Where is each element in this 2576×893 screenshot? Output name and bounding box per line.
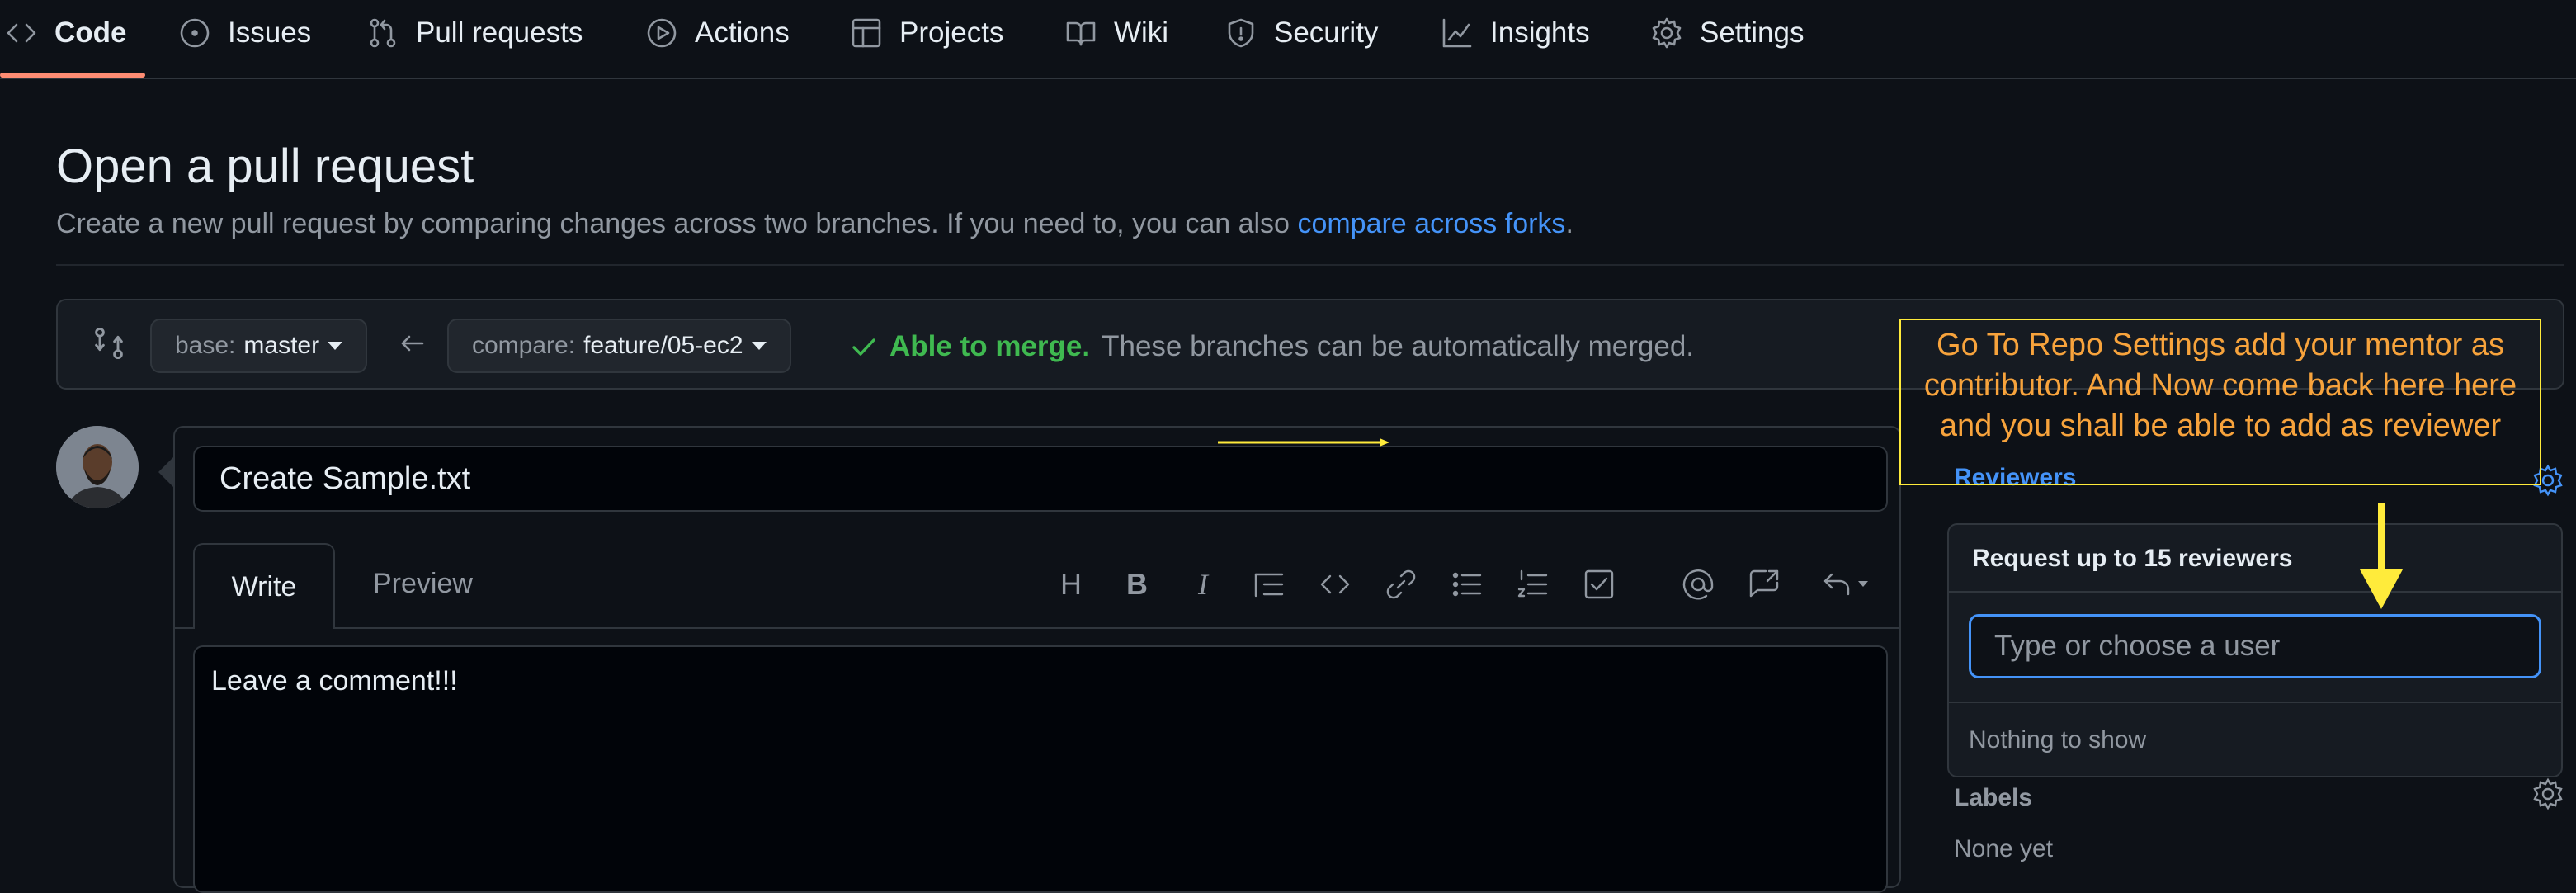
- dropdown-divider: [1949, 702, 2561, 703]
- heading-icon[interactable]: H: [1053, 566, 1089, 602]
- dropdown-divider: [1949, 591, 2561, 593]
- caret-down-icon: [328, 342, 343, 350]
- comment-textarea[interactable]: Leave a comment!!!: [193, 645, 1888, 893]
- tab-insights[interactable]: Insights: [1441, 0, 1590, 66]
- heading-glyph: H: [1060, 567, 1082, 601]
- base-branch-name: master: [243, 332, 320, 359]
- play-icon: [645, 17, 678, 50]
- merge-ok-label: Able to merge.: [889, 330, 1091, 362]
- tab-label: Actions: [695, 17, 790, 49]
- merge-message: These branches can be automatically merg…: [1102, 330, 1695, 362]
- reviewers-dropdown: Request up to 15 reviewers Type or choos…: [1947, 523, 2563, 777]
- repo-nav: Code Issues Pull requests Actions Projec…: [0, 0, 2576, 79]
- arrow-left-icon: [398, 328, 427, 358]
- compare-arrows-icon: [91, 325, 127, 361]
- tab-code[interactable]: Code: [5, 0, 127, 66]
- shield-icon: [1224, 17, 1257, 50]
- dropdown-header: Request up to 15 reviewers: [1972, 545, 2293, 572]
- page-title: Open a pull request: [56, 139, 474, 193]
- compare-across-forks-link[interactable]: compare across forks: [1297, 208, 1565, 239]
- base-branch-select[interactable]: base: master: [150, 319, 368, 373]
- tab-label: Wiki: [1114, 17, 1169, 49]
- tab-label: Issues: [228, 17, 312, 49]
- task-list-icon[interactable]: [1581, 566, 1617, 602]
- annotation-arrow-down-icon: [2357, 503, 2406, 611]
- tab-settings[interactable]: Settings: [1650, 0, 1804, 66]
- numbered-list-icon[interactable]: [1515, 566, 1551, 602]
- graph-icon: [1441, 17, 1474, 50]
- undo-icon[interactable]: [1820, 566, 1878, 602]
- pr-title-input[interactable]: Create Sample.txt: [193, 446, 1888, 512]
- divider: [56, 264, 2564, 266]
- compare-branch-select[interactable]: compare: feature/05-ec2: [447, 319, 791, 373]
- merge-status: Able to merge. These branches can be aut…: [850, 330, 1694, 363]
- base-prefix: base:: [175, 332, 236, 359]
- compare-branch-name: feature/05-ec2: [583, 332, 743, 359]
- subtitle-period: .: [1565, 208, 1573, 239]
- labels-gear-icon[interactable]: [2531, 777, 2564, 810]
- tab-actions[interactable]: Actions: [645, 0, 790, 66]
- code-icon: [5, 17, 38, 50]
- tab-pull-requests[interactable]: Pull requests: [366, 0, 583, 66]
- bulleted-list-icon[interactable]: [1449, 566, 1485, 602]
- pull-request-icon: [366, 17, 399, 50]
- gear-icon: [1650, 17, 1683, 50]
- check-icon: [850, 333, 878, 361]
- tab-projects[interactable]: Projects: [850, 0, 1003, 66]
- reviewer-search-input[interactable]: Type or choose a user: [1969, 614, 2541, 678]
- editor-pointer: [158, 456, 175, 489]
- italic-glyph: I: [1198, 568, 1208, 601]
- editor-tabs-row: Write Preview H B I: [175, 543, 1899, 629]
- issue-icon: [178, 17, 211, 50]
- compare-prefix: compare:: [472, 332, 576, 359]
- avatar[interactable]: [56, 426, 139, 508]
- dropdown-empty-state: Nothing to show: [1969, 726, 2147, 754]
- tab-security[interactable]: Security: [1224, 0, 1378, 66]
- tab-write[interactable]: Write: [193, 543, 335, 629]
- quote-icon[interactable]: [1251, 566, 1287, 602]
- tab-label: Security: [1274, 17, 1379, 49]
- link-icon[interactable]: [1383, 566, 1419, 602]
- code-icon[interactable]: [1317, 566, 1353, 602]
- tab-wiki[interactable]: Wiki: [1064, 0, 1168, 66]
- page-subtitle: Create a new pull request by comparing c…: [56, 208, 1573, 240]
- tab-preview[interactable]: Preview: [373, 568, 473, 600]
- annotation-arrow-right-icon: [1218, 437, 1391, 447]
- tab-label: Projects: [899, 17, 1004, 49]
- book-icon: [1064, 17, 1097, 50]
- pr-editor: Create Sample.txt Write Preview H B I Le…: [173, 426, 1901, 893]
- labels-value: None yet: [1954, 835, 2054, 862]
- labels-label[interactable]: Labels: [1954, 784, 2032, 812]
- tab-label: Insights: [1490, 17, 1590, 49]
- italic-icon[interactable]: I: [1185, 566, 1221, 602]
- tab-label: Pull requests: [416, 17, 583, 49]
- cross-reference-icon[interactable]: [1746, 566, 1782, 602]
- active-tab-underline: [0, 73, 145, 78]
- tab-label: Settings: [1700, 17, 1805, 49]
- bold-glyph: B: [1126, 567, 1148, 601]
- mention-icon[interactable]: [1680, 566, 1716, 602]
- caret-down-icon: [751, 342, 767, 350]
- subtitle-text: Create a new pull request by comparing c…: [56, 208, 1290, 239]
- tab-label: Code: [54, 17, 127, 49]
- table-icon: [850, 17, 883, 50]
- annotation-box: Go To Repo Settings add your mentor as c…: [1899, 319, 2541, 485]
- tab-issues[interactable]: Issues: [178, 0, 311, 66]
- bold-icon[interactable]: B: [1119, 566, 1155, 602]
